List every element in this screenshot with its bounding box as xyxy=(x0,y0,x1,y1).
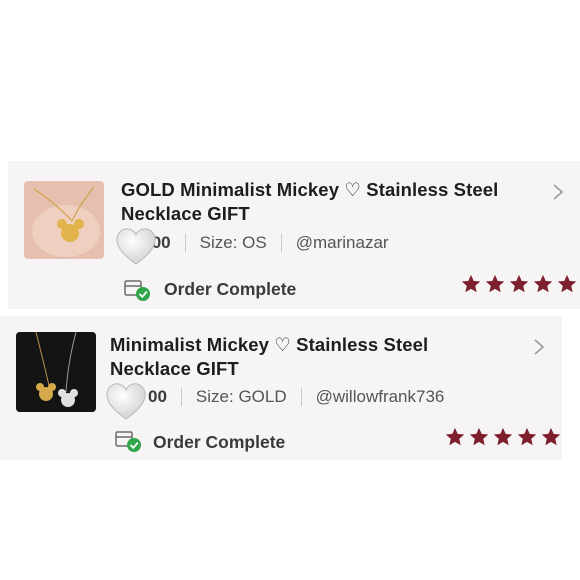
heart-icon[interactable] xyxy=(114,225,158,267)
product-image xyxy=(24,181,104,259)
order-meta: .00 Size: OS @marinazar xyxy=(121,233,389,253)
product-title-line-2: Necklace GIFT xyxy=(121,203,250,224)
star-icon xyxy=(509,274,529,293)
order-complete-icon xyxy=(115,431,141,452)
order-status: Order Complete xyxy=(153,432,286,452)
seller-username[interactable]: @willowfrank736 xyxy=(316,387,445,407)
rating-stars xyxy=(444,426,562,448)
product-image xyxy=(16,332,96,412)
size: Size: GOLD xyxy=(195,387,287,406)
order-meta: 00 Size: GOLD @willowfrank736 xyxy=(110,387,444,407)
star-icon xyxy=(445,427,465,446)
star-icon xyxy=(541,427,561,446)
product-title-line-1: GOLD Minimalist Mickey ♡ Stainless Steel xyxy=(121,179,499,200)
product-title-line-1: Minimalist Mickey ♡ Stainless Steel xyxy=(110,334,429,355)
divider xyxy=(184,234,186,252)
star-icon xyxy=(533,274,553,293)
order-card-1[interactable]: GOLD Minimalist Mickey ♡ Stainless Steel… xyxy=(8,161,580,309)
divider xyxy=(280,234,282,252)
seller-username[interactable]: @marinazar xyxy=(296,233,389,253)
chevron-right-icon[interactable] xyxy=(551,183,565,201)
product-title-line-2: Necklace GIFT xyxy=(110,358,239,379)
star-icon xyxy=(557,274,577,293)
star-icon xyxy=(493,427,513,446)
product-thumbnail-two-tone-necklace[interactable] xyxy=(16,332,96,412)
order-card-2[interactable]: Minimalist Mickey ♡ Stainless Steel Neck… xyxy=(0,316,562,460)
rating-stars xyxy=(460,273,578,295)
price: 00 xyxy=(148,387,167,406)
divider xyxy=(300,388,302,406)
product-thumbnail-gold-necklace[interactable] xyxy=(24,181,104,259)
star-icon xyxy=(469,427,489,446)
star-icon xyxy=(485,274,505,293)
star-icon xyxy=(461,274,481,293)
divider xyxy=(180,388,182,406)
product-title[interactable]: Minimalist Mickey ♡ Stainless Steel Neck… xyxy=(110,333,530,381)
order-status: Order Complete xyxy=(164,279,297,299)
size: Size: OS xyxy=(199,233,267,252)
order-complete-icon xyxy=(124,280,150,301)
product-title[interactable]: GOLD Minimalist Mickey ♡ Stainless Steel… xyxy=(121,178,541,226)
chevron-right-icon[interactable] xyxy=(532,338,546,356)
heart-icon[interactable] xyxy=(104,380,148,422)
star-icon xyxy=(517,427,537,446)
